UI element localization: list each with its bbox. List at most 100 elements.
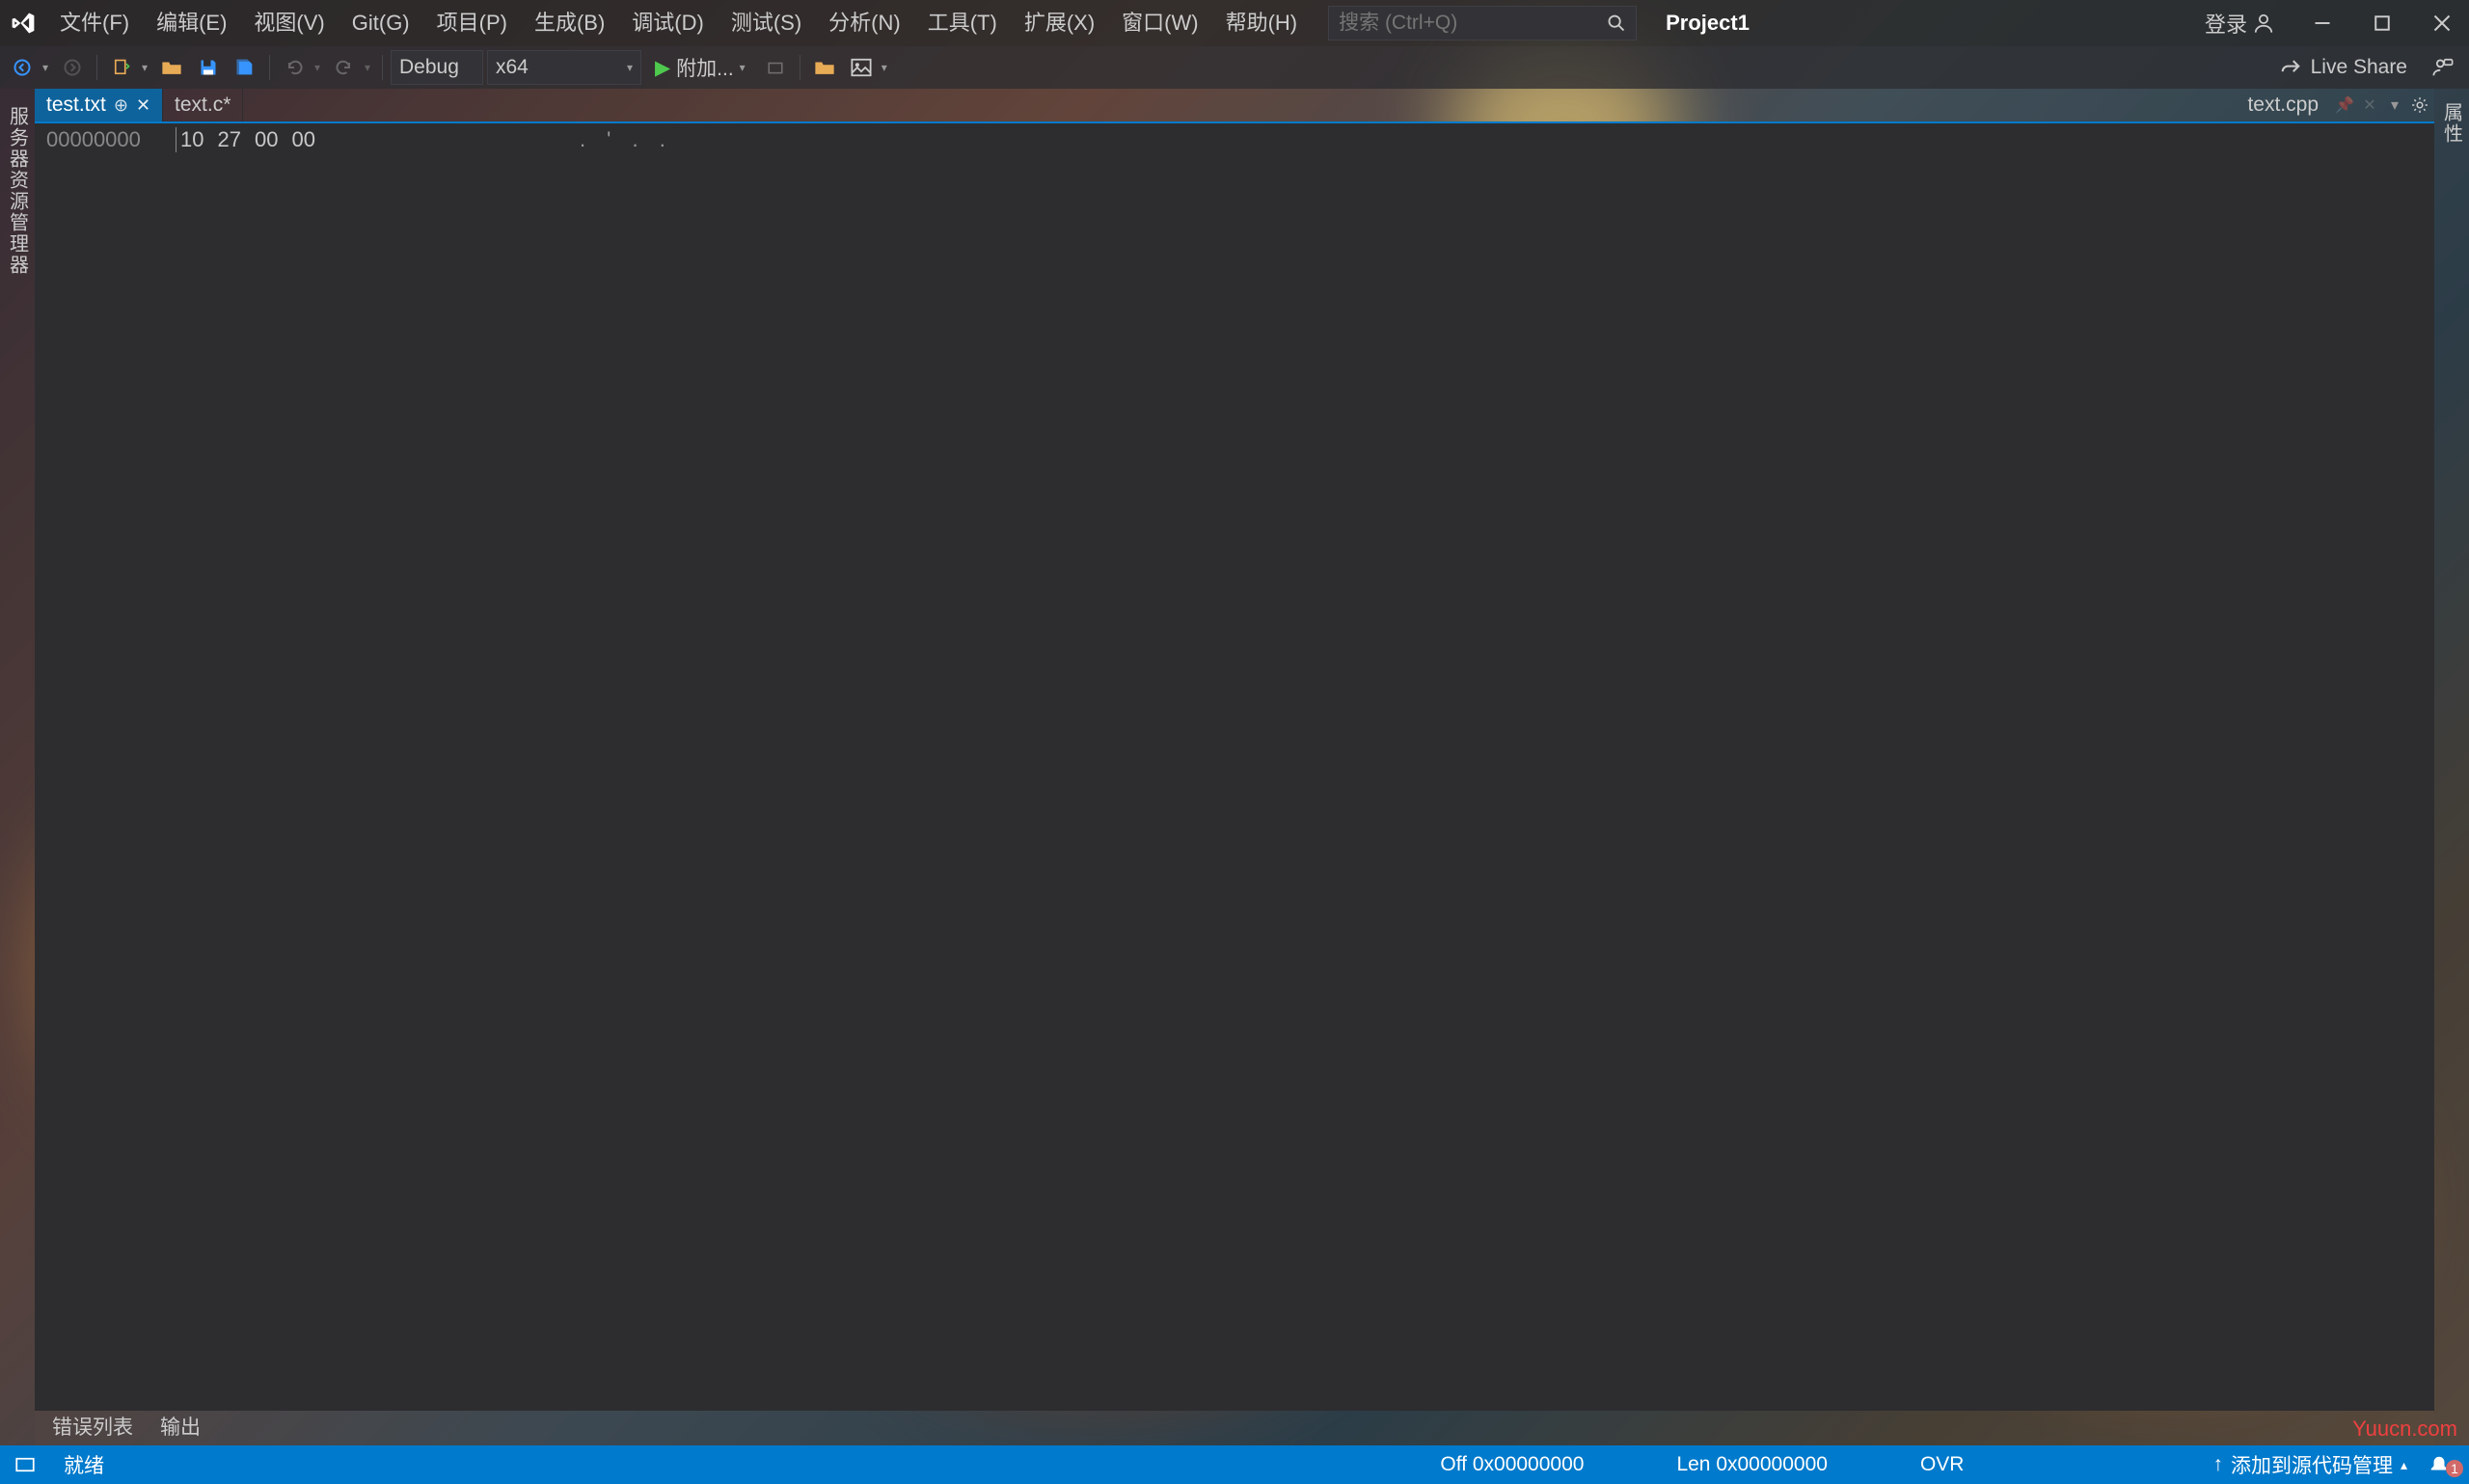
search-box[interactable]: [1328, 6, 1637, 40]
status-right-group: Off 0x00000000 Len 0x00000000 OVR ↑ 添加到源…: [1394, 1450, 2461, 1479]
folder-icon: [814, 57, 835, 78]
hex-ascii: . ' . .: [580, 127, 673, 152]
platform-combo[interactable]: x64▾: [487, 50, 641, 85]
login-button[interactable]: 登录: [2189, 0, 2290, 46]
menu-view[interactable]: 视图(V): [240, 0, 338, 46]
redo-icon: [335, 58, 354, 77]
nav-back-icon: [13, 58, 32, 77]
hex-bytes[interactable]: 10 27 00 00: [176, 127, 315, 152]
config-combo[interactable]: Debug▾: [391, 50, 483, 85]
tab-label: text.c*: [175, 94, 231, 117]
feedback-button[interactable]: [2427, 51, 2459, 84]
menu-edit[interactable]: 编辑(E): [143, 0, 240, 46]
workspace: 服务器资源管理器 test.txt ⊕ ✕ text.c* text.cpp 📌…: [0, 89, 2469, 1445]
status-output-button[interactable]: [8, 1455, 42, 1474]
folder-button[interactable]: [808, 51, 841, 84]
hex-byte[interactable]: 10: [176, 127, 203, 152]
bottom-panel-tabs: 错误列表 输出: [35, 1411, 2434, 1445]
maximize-button[interactable]: [2355, 0, 2409, 46]
live-share-button[interactable]: Live Share: [2265, 56, 2423, 79]
debug-target-button[interactable]: [759, 51, 792, 84]
debug-target-icon: [767, 59, 784, 76]
live-share-icon: [2280, 57, 2301, 78]
tab-text-cpp[interactable]: text.cpp: [2236, 89, 2330, 121]
tab-test-txt[interactable]: test.txt ⊕ ✕: [35, 89, 163, 121]
notification-count: 1: [2446, 1460, 2463, 1477]
menu-window[interactable]: 窗口(W): [1108, 0, 1211, 46]
folder-open-icon: [161, 57, 182, 78]
server-explorer-tab[interactable]: 服务器资源管理器: [4, 94, 32, 287]
document-tabs-right: text.cpp 📌 ✕ ▾: [2236, 89, 2434, 121]
hex-byte[interactable]: 27: [217, 127, 240, 152]
output-icon: [15, 1455, 35, 1474]
toolbar-separator: [382, 55, 383, 80]
notifications-button[interactable]: 1: [2417, 1454, 2461, 1475]
attach-debug-button[interactable]: ▶ 附加... ▾: [645, 50, 755, 85]
save-button[interactable]: [192, 51, 225, 84]
menu-extensions[interactable]: 扩展(X): [1011, 0, 1108, 46]
search-icon[interactable]: [1607, 13, 1626, 33]
menu-file[interactable]: 文件(F): [46, 0, 143, 46]
nav-back-button[interactable]: ▾: [6, 51, 52, 84]
menu-help[interactable]: 帮助(H): [1212, 0, 1312, 46]
side-tab-right[interactable]: 属性: [2434, 89, 2469, 1445]
nav-forward-icon: [63, 58, 82, 77]
new-item-button[interactable]: ▾: [105, 51, 151, 84]
status-offset: Off 0x00000000: [1394, 1453, 1630, 1476]
chevron-up-icon: ▴: [2401, 1457, 2407, 1473]
hex-offset: 00000000: [46, 127, 162, 152]
watermark: Yuucn.com: [2352, 1417, 2457, 1442]
output-tab[interactable]: 输出: [147, 1412, 214, 1444]
menu-debug[interactable]: 调试(D): [618, 0, 718, 46]
tab-text-c[interactable]: text.c*: [163, 89, 243, 121]
play-icon: ▶: [655, 56, 670, 80]
properties-tab[interactable]: 属性: [2438, 94, 2466, 152]
person-icon: [2253, 13, 2274, 34]
image-button[interactable]: ▾: [845, 51, 891, 84]
tab-pin-button[interactable]: 📌: [2334, 94, 2355, 116]
upload-icon: ↑: [2212, 1453, 2223, 1476]
undo-button[interactable]: ▾: [278, 51, 324, 84]
menu-analyze[interactable]: 分析(N): [815, 0, 914, 46]
menu-build[interactable]: 生成(B): [521, 0, 618, 46]
menu-tools[interactable]: 工具(T): [914, 0, 1011, 46]
tab-settings-button[interactable]: [2409, 94, 2430, 116]
title-bar-right: 登录: [2189, 0, 2469, 46]
search-input[interactable]: [1339, 12, 1607, 35]
menu-test[interactable]: 测试(S): [718, 0, 815, 46]
status-ready: 就绪: [56, 1450, 112, 1479]
hex-byte[interactable]: 00: [255, 127, 278, 152]
save-all-icon: [234, 57, 256, 78]
tab-close-button[interactable]: ✕: [2359, 94, 2380, 116]
source-control-label: 添加到源代码管理: [2231, 1450, 2393, 1479]
person-feedback-icon: [2432, 57, 2454, 78]
minimize-button[interactable]: [2295, 0, 2349, 46]
project-name: Project1: [1666, 11, 1750, 36]
status-bar: 就绪 Off 0x00000000 Len 0x00000000 OVR ↑ 添…: [0, 1445, 2469, 1484]
close-button[interactable]: [2415, 0, 2469, 46]
status-length: Len 0x00000000: [1630, 1453, 1874, 1476]
pin-icon[interactable]: ⊕: [114, 95, 128, 116]
menu-project[interactable]: 项目(P): [423, 0, 521, 46]
tab-dropdown-button[interactable]: ▾: [2384, 94, 2405, 116]
nav-forward-button[interactable]: [56, 51, 89, 84]
tab-label: test.txt: [46, 94, 106, 117]
hex-row: 00000000 10 27 00 00 . ' . .: [35, 123, 2434, 156]
source-control-button[interactable]: ↑ 添加到源代码管理 ▴: [2203, 1450, 2417, 1479]
login-label: 登录: [2205, 8, 2247, 39]
editor-area: test.txt ⊕ ✕ text.c* text.cpp 📌 ✕ ▾: [35, 89, 2434, 1445]
side-tab-left[interactable]: 服务器资源管理器: [0, 89, 35, 1445]
tab-label: text.cpp: [2247, 94, 2319, 117]
save-all-button[interactable]: [229, 51, 261, 84]
tab-close-icon[interactable]: ✕: [136, 95, 150, 116]
menu-git[interactable]: Git(G): [339, 0, 423, 46]
hex-byte[interactable]: 00: [291, 127, 314, 152]
hex-editor[interactable]: 00000000 10 27 00 00 . ' . .: [35, 123, 2434, 1411]
live-share-label: Live Share: [2311, 56, 2407, 79]
open-file-button[interactable]: [155, 51, 188, 84]
redo-button[interactable]: ▾: [328, 51, 374, 84]
gear-icon: [2411, 96, 2428, 114]
error-list-tab[interactable]: 错误列表: [39, 1412, 147, 1444]
undo-icon: [285, 58, 304, 77]
save-icon: [199, 58, 218, 77]
